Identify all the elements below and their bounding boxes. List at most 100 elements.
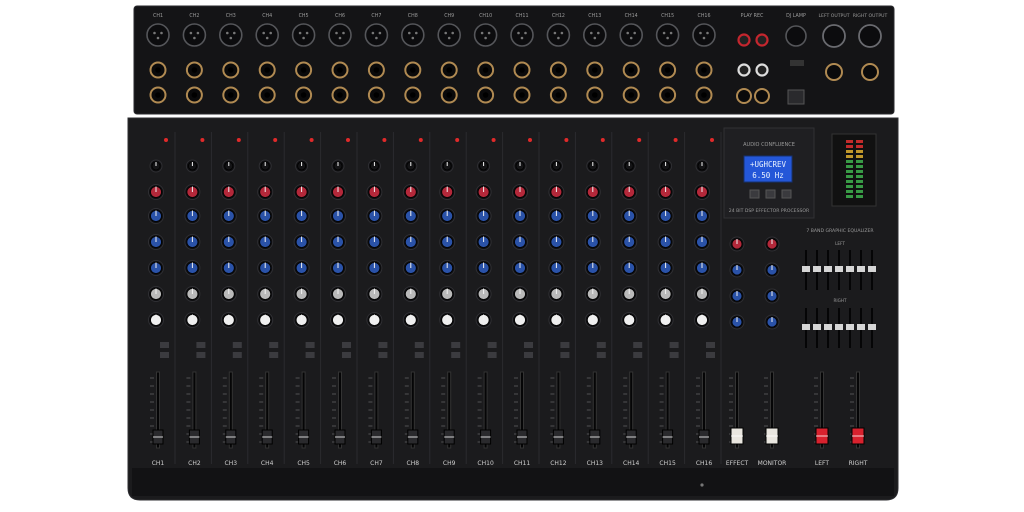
xlr-input-socket[interactable] (582, 23, 607, 47)
meter-led (846, 160, 853, 163)
xlr-input-socket[interactable] (546, 23, 571, 47)
right-output-label: RIGHT OUTPUT (853, 13, 888, 19)
geq-slider[interactable] (813, 266, 821, 272)
geq-slider[interactable] (813, 324, 821, 330)
pfl-button[interactable] (669, 352, 679, 358)
jack-hole (701, 67, 707, 73)
geq-slider[interactable] (824, 266, 832, 272)
pfl-button[interactable] (160, 352, 169, 358)
jack-hole (482, 67, 489, 73)
fader-strip-label: CH6 (334, 460, 347, 467)
jack-hole (592, 67, 598, 73)
geq-slider[interactable] (802, 266, 810, 272)
geq-title: 7 BAND GRAPHIC EQUALIZER (806, 228, 874, 234)
effect-button-2[interactable] (765, 189, 776, 199)
jack-hole (482, 92, 489, 98)
jack-socket[interactable] (754, 88, 770, 104)
meter-led (856, 155, 863, 158)
effect-button-1[interactable] (749, 189, 760, 199)
pfl-button[interactable] (378, 352, 388, 358)
geq-slider[interactable] (857, 266, 865, 272)
xlr-input-socket[interactable] (291, 23, 316, 47)
xlr-pin (560, 31, 564, 35)
power-socket[interactable] (787, 89, 805, 105)
geq-slider[interactable] (868, 266, 876, 272)
xlr-input-socket[interactable] (219, 23, 243, 47)
jack-socket[interactable] (736, 88, 752, 104)
peak-led (273, 138, 278, 142)
xlr-input-socket[interactable] (364, 23, 389, 47)
pfl-button[interactable] (633, 352, 643, 358)
rear-channel-label: CH6 (335, 13, 345, 19)
rear-channel-label: CH5 (299, 13, 309, 19)
dj-lamp-socket[interactable] (785, 25, 807, 47)
peak-led (528, 138, 532, 142)
xlr-input-socket[interactable] (255, 23, 280, 47)
mute-button[interactable] (232, 342, 242, 348)
geq-slider[interactable] (857, 324, 865, 330)
play-rec-label: PLAY REC (741, 13, 764, 19)
effect-button-3[interactable] (781, 189, 792, 199)
xlr-output-socket[interactable] (822, 24, 846, 48)
mute-button[interactable] (414, 342, 424, 348)
xlr-input-socket[interactable] (510, 23, 534, 47)
power-switch[interactable] (790, 60, 804, 66)
pfl-button[interactable] (305, 352, 315, 358)
pfl-button[interactable] (196, 352, 206, 358)
effects-section: AUDIO CONFLUENCE +UGHCREV 6.50 Hz 24 BIT… (723, 127, 815, 219)
peak-led (346, 138, 350, 142)
pfl-button[interactable] (414, 352, 424, 358)
mute-button[interactable] (524, 342, 533, 348)
pfl-button[interactable] (560, 352, 570, 358)
peak-led (673, 138, 678, 142)
mute-button[interactable] (269, 342, 279, 348)
pfl-button[interactable] (524, 352, 533, 358)
peak-led (418, 138, 423, 142)
pfl-button[interactable] (487, 352, 497, 358)
xlr-input-socket[interactable] (328, 23, 352, 47)
geq-slider[interactable] (802, 324, 810, 330)
meter-led (846, 145, 853, 148)
output-jack-socket[interactable] (825, 63, 843, 81)
rca-socket[interactable] (755, 33, 769, 47)
pfl-button[interactable] (596, 352, 606, 358)
mute-button[interactable] (305, 342, 315, 348)
geq-slider[interactable] (846, 324, 854, 330)
rear-channel-label: CH10 (479, 13, 492, 19)
mute-button[interactable] (342, 342, 351, 348)
mute-button[interactable] (560, 342, 570, 348)
pfl-button[interactable] (342, 352, 351, 358)
rca-socket[interactable] (755, 63, 769, 77)
mute-button[interactable] (633, 342, 643, 348)
pfl-button[interactable] (451, 352, 461, 358)
xlr-input-socket[interactable] (655, 23, 680, 47)
rca-socket[interactable] (737, 33, 751, 47)
xlr-input-socket[interactable] (400, 23, 425, 47)
xlr-input-socket[interactable] (146, 23, 170, 47)
mute-button[interactable] (378, 342, 388, 348)
mute-button[interactable] (706, 342, 715, 348)
pfl-button[interactable] (269, 352, 279, 358)
mute-button[interactable] (160, 342, 169, 348)
pfl-button[interactable] (232, 352, 242, 358)
mute-button[interactable] (487, 342, 497, 348)
mute-button[interactable] (596, 342, 606, 348)
geq-slider[interactable] (835, 324, 843, 330)
xlr-input-socket[interactable] (473, 23, 498, 47)
geq-slider[interactable] (824, 324, 832, 330)
xlr-output-socket[interactable] (858, 24, 882, 48)
output-jack-socket[interactable] (861, 63, 879, 81)
geq-slider[interactable] (846, 266, 854, 272)
geq-slider[interactable] (868, 324, 876, 330)
geq-slider[interactable] (835, 266, 843, 272)
xlr-input-socket[interactable] (437, 23, 462, 47)
pfl-button[interactable] (706, 352, 715, 358)
xlr-pin (153, 31, 156, 35)
mute-button[interactable] (669, 342, 679, 348)
mute-button[interactable] (451, 342, 461, 348)
xlr-input-socket[interactable] (692, 23, 716, 47)
xlr-input-socket[interactable] (619, 23, 644, 47)
mute-button[interactable] (196, 342, 206, 348)
rca-socket[interactable] (737, 63, 751, 77)
xlr-input-socket[interactable] (182, 23, 207, 47)
